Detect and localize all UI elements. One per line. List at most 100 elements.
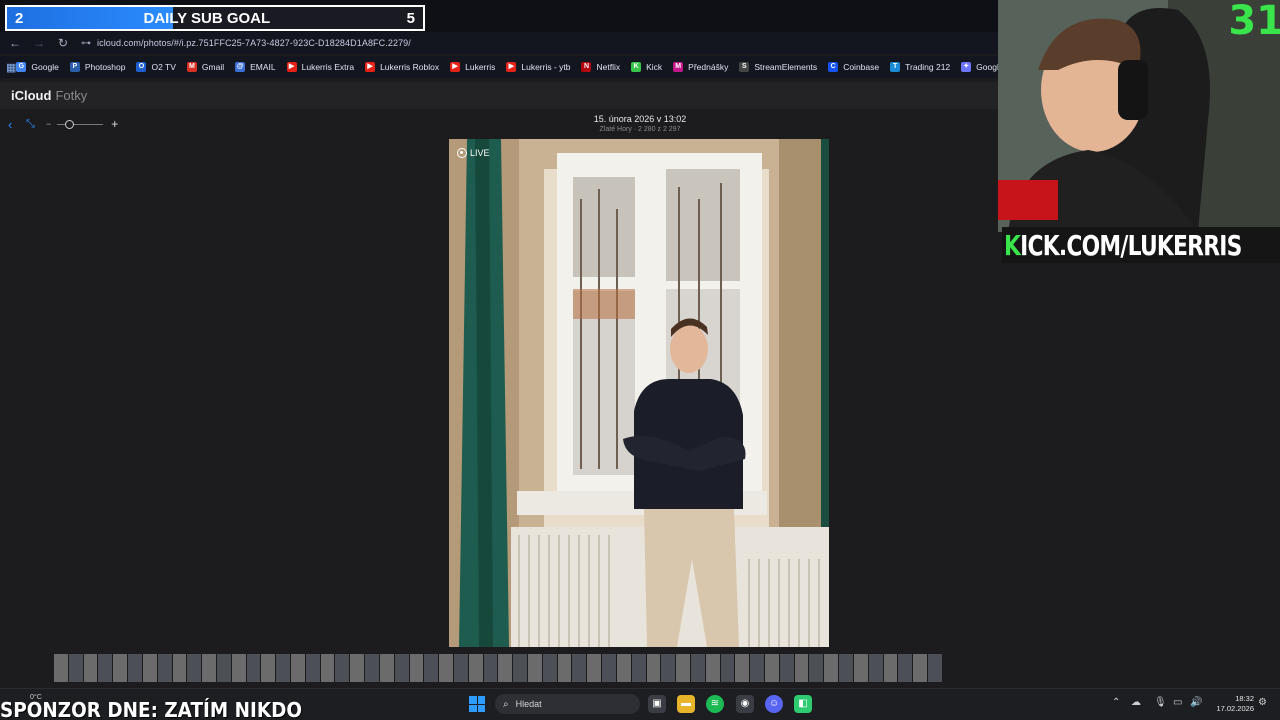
filmstrip-thumbnail[interactable] xyxy=(276,654,290,682)
filmstrip-thumbnail[interactable] xyxy=(261,654,276,682)
bookmark-item[interactable]: ▶ Lukerris Extra xyxy=(286,62,354,72)
filmstrip-thumbnail[interactable] xyxy=(676,654,690,682)
filmstrip-thumbnail[interactable] xyxy=(320,654,335,682)
filmstrip-thumbnail[interactable] xyxy=(157,654,172,682)
zoom-slider[interactable] xyxy=(57,119,104,129)
filmstrip-thumbnail[interactable] xyxy=(424,654,439,682)
apps-grid-icon[interactable]: ▦ xyxy=(6,61,16,74)
filmstrip-thumbnail[interactable] xyxy=(572,654,587,682)
filmstrip-thumbnail[interactable] xyxy=(809,654,824,682)
filmstrip-thumbnail[interactable] xyxy=(379,654,394,682)
filmstrip-thumbnail[interactable] xyxy=(690,654,705,682)
bookmark-item[interactable]: @ EMAIL xyxy=(235,62,276,72)
filmstrip-thumbnail[interactable] xyxy=(468,654,483,682)
filmstrip-thumbnail[interactable] xyxy=(128,654,142,682)
filmstrip-thumbnail[interactable] xyxy=(661,654,676,682)
file-explorer-icon[interactable]: ▬ xyxy=(677,695,695,713)
microphone-icon[interactable]: 🎙 xyxy=(1154,697,1167,708)
filmstrip-thumbnail[interactable] xyxy=(335,654,350,682)
zoom-slider-knob[interactable] xyxy=(65,119,75,129)
filmstrip-thumbnail[interactable] xyxy=(291,654,305,682)
bookmark-item[interactable]: C Coinbase xyxy=(828,62,879,72)
forward-button[interactable]: → xyxy=(27,36,51,50)
bookmark-item[interactable]: ✦ Google Gem xyxy=(961,62,998,72)
filmstrip-thumbnail[interactable] xyxy=(794,654,809,682)
back-chevron-icon[interactable]: ‹ xyxy=(8,117,26,132)
filmstrip-thumbnail[interactable] xyxy=(113,654,128,682)
filmstrip-thumbnail[interactable] xyxy=(142,654,157,682)
filmstrip-thumbnail[interactable] xyxy=(868,654,883,682)
filmstrip-thumbnail[interactable] xyxy=(839,654,853,682)
filmstrip-thumbnail[interactable] xyxy=(587,654,602,682)
filmstrip-thumbnail[interactable] xyxy=(646,654,661,682)
filmstrip-thumbnail[interactable] xyxy=(83,654,98,682)
bookmark-item[interactable]: S StreamElements xyxy=(739,62,817,72)
bookmark-item[interactable]: P Photoshop xyxy=(69,62,125,72)
filmstrip-thumbnail[interactable] xyxy=(409,654,424,682)
tray-overflow-icon[interactable]: ⌃ xyxy=(1112,697,1120,708)
site-info-icon[interactable]: ⊶ xyxy=(81,38,91,49)
chrome-icon[interactable]: ◉ xyxy=(736,695,754,713)
filmstrip-thumbnail[interactable] xyxy=(528,654,542,682)
reload-button[interactable]: ↻ xyxy=(51,36,75,50)
filmstrip-thumbnail[interactable] xyxy=(631,654,646,682)
zoom-in-icon[interactable]: + xyxy=(111,117,118,131)
filmstrip-thumbnail[interactable] xyxy=(498,654,513,682)
filmstrip-thumbnail[interactable] xyxy=(365,654,379,682)
tray-app-icon[interactable]: ☁ xyxy=(1131,697,1141,708)
bookmark-item[interactable]: O O2 TV xyxy=(136,62,176,72)
bookmark-item[interactable]: N Netflix xyxy=(581,62,620,72)
bookmark-item[interactable]: G Google xyxy=(16,62,59,72)
filmstrip-thumbnail[interactable] xyxy=(720,654,735,682)
filmstrip-thumbnail[interactable] xyxy=(439,654,453,682)
discord-icon[interactable]: ☺ xyxy=(765,695,783,713)
filmstrip-thumbnail[interactable] xyxy=(750,654,764,682)
filmstrip-thumbnail[interactable] xyxy=(705,654,720,682)
expand-icon[interactable]: ⤡ xyxy=(26,118,46,131)
filmstrip-thumbnail[interactable] xyxy=(187,654,202,682)
zoom-out-icon[interactable]: − xyxy=(46,119,51,129)
filmstrip-thumbnail[interactable] xyxy=(453,654,468,682)
filmstrip-thumbnail[interactable] xyxy=(853,654,868,682)
filmstrip-thumbnail[interactable] xyxy=(557,654,572,682)
bookmark-item[interactable]: ▶ Lukerris xyxy=(450,62,495,72)
filmstrip-thumbnail[interactable] xyxy=(616,654,631,682)
taskbar-search[interactable]: ⌕ Hledat xyxy=(495,694,640,714)
bookmark-item[interactable]: K Kick xyxy=(631,62,662,72)
windows-start-icon[interactable] xyxy=(469,696,485,712)
back-button[interactable]: ← xyxy=(3,36,27,50)
taskbar-clock[interactable]: 18:32 17.02.2026 xyxy=(1208,694,1254,714)
notification-icon[interactable]: ⚙ xyxy=(1258,697,1267,708)
filmstrip-thumbnail[interactable] xyxy=(202,654,216,682)
bookmark-item[interactable]: M Přednášky xyxy=(673,62,728,72)
filmstrip-thumbnail[interactable] xyxy=(483,654,498,682)
filmstrip-thumbnail[interactable] xyxy=(394,654,409,682)
filmstrip-thumbnail[interactable] xyxy=(898,654,913,682)
bookmark-item[interactable]: ▶ Lukerris Roblox xyxy=(365,62,439,72)
app-green-icon[interactable]: ◧ xyxy=(794,695,812,713)
filmstrip-thumbnail[interactable] xyxy=(513,654,527,682)
main-photo[interactable]: LIVE xyxy=(449,139,829,647)
icloud-brand[interactable]: iCloud xyxy=(11,88,51,103)
bookmark-item[interactable]: ▶ Lukerris - ytb xyxy=(506,62,570,72)
filmstrip-thumbnail[interactable] xyxy=(779,654,794,682)
bookmark-item[interactable]: T Trading 212 xyxy=(890,62,950,72)
filmstrip-thumbnail[interactable] xyxy=(305,654,320,682)
task-view-icon[interactable]: ▣ xyxy=(648,695,666,713)
filmstrip-thumbnail[interactable] xyxy=(913,654,927,682)
network-icon[interactable]: ▭ xyxy=(1173,697,1182,708)
volume-icon[interactable]: 🔊 xyxy=(1190,697,1202,708)
filmstrip-thumbnail[interactable] xyxy=(542,654,557,682)
filmstrip-thumbnail[interactable] xyxy=(231,654,246,682)
filmstrip-thumbnail[interactable] xyxy=(54,654,68,682)
filmstrip-thumbnail[interactable] xyxy=(927,654,942,682)
bookmark-item[interactable]: M Gmail xyxy=(186,62,224,72)
filmstrip-thumbnail[interactable] xyxy=(68,654,83,682)
live-photo-badge[interactable]: LIVE xyxy=(457,148,490,158)
filmstrip-thumbnail[interactable] xyxy=(883,654,898,682)
filmstrip-thumbnail[interactable] xyxy=(824,654,839,682)
filmstrip-thumbnail[interactable] xyxy=(172,654,187,682)
filmstrip-thumbnail[interactable] xyxy=(602,654,616,682)
filmstrip-thumbnail[interactable] xyxy=(735,654,750,682)
filmstrip-thumbnail[interactable] xyxy=(350,654,365,682)
